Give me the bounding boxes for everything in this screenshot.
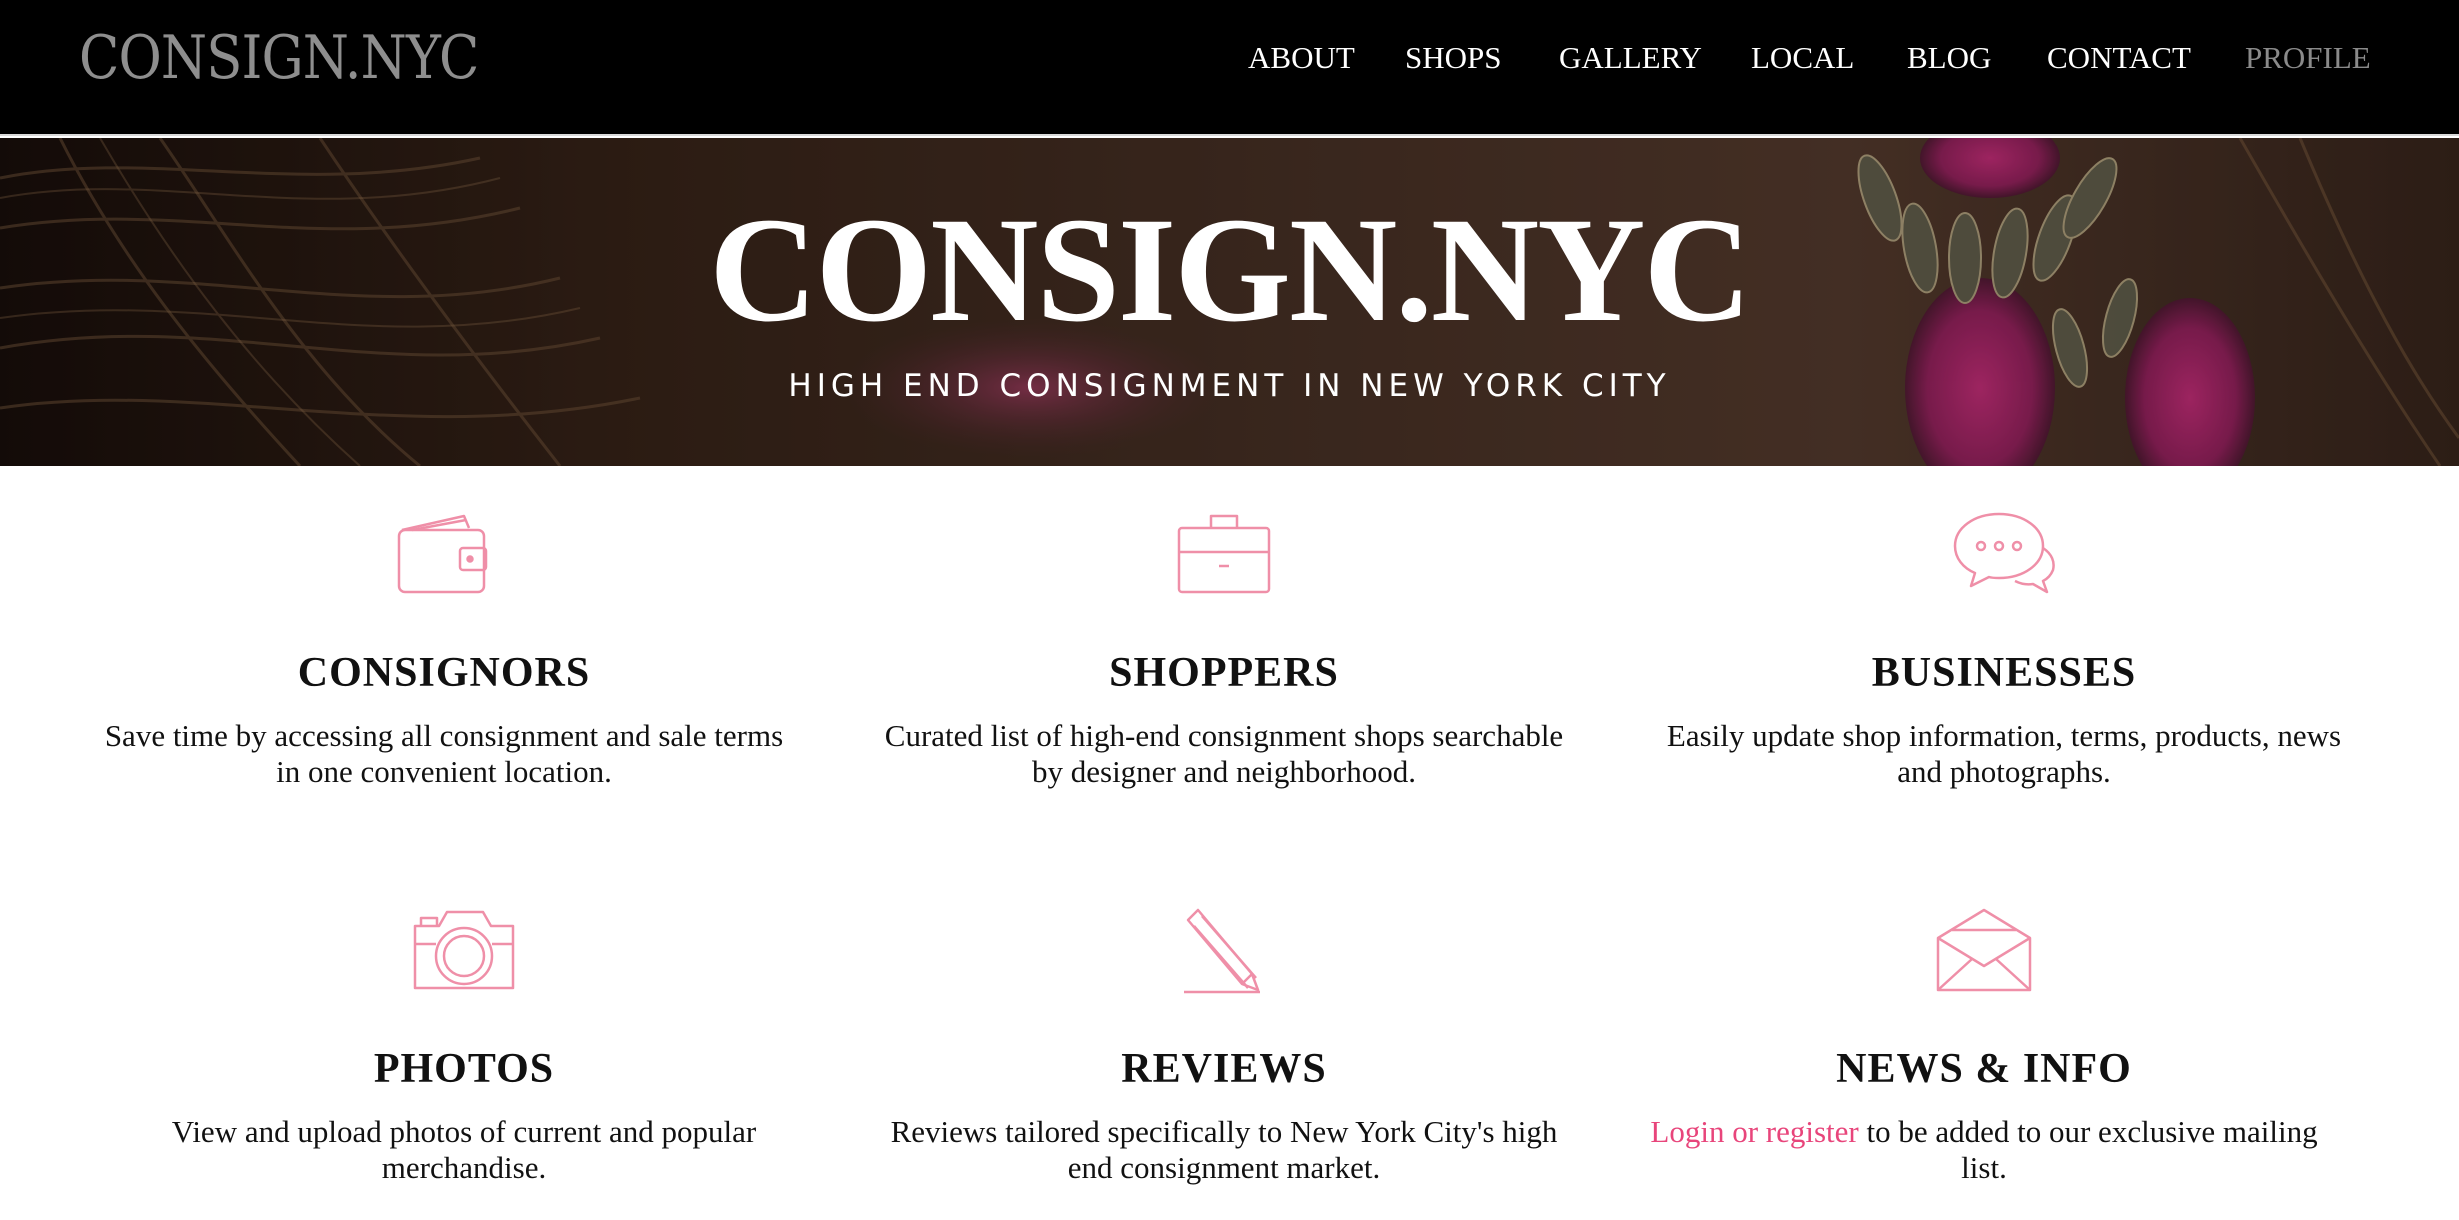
login-register-link[interactable]: Login or register xyxy=(1650,1114,1858,1149)
feature-description: Easily update shop information, terms, p… xyxy=(1666,718,2342,789)
nav-local-link[interactable]: LOCAL xyxy=(1751,38,1854,78)
feature-title: SHOPPERS xyxy=(1109,650,1339,696)
feature-businesses: BUSINESSES Easily update shop informatio… xyxy=(1644,508,2364,790)
brand-logo-link[interactable]: CONSIGN.NYC xyxy=(79,22,479,94)
feature-description: Reviews tailored specifically to New Yor… xyxy=(890,1114,1558,1185)
nav-contact-link[interactable]: CONTACT xyxy=(2047,38,2191,78)
feature-reviews: REVIEWS Reviews tailored specifically to… xyxy=(864,904,1584,1186)
nav-gallery-link[interactable]: GALLERY xyxy=(1559,38,1702,78)
hero-subtitle: HIGH END CONSIGNMENT IN NEW YORK CITY xyxy=(788,368,1671,404)
feature-photos: PHOTOS View and upload photos of current… xyxy=(104,904,824,1186)
briefcase-icon xyxy=(1177,514,1271,594)
camera-icon xyxy=(413,910,515,990)
hero-title: CONSIGN.NYC xyxy=(709,187,1752,353)
feature-consignors: CONSIGNORS Save time by accessing all co… xyxy=(84,508,804,790)
hero-banner: CONSIGN.NYC HIGH END CONSIGNMENT IN NEW … xyxy=(0,138,2459,466)
feature-description: View and upload photos of current and po… xyxy=(171,1114,757,1185)
feature-title: CONSIGNORS xyxy=(297,650,591,696)
top-navbar: CONSIGN.NYC ABOUT SHOPS GALLERY LOCAL BL… xyxy=(0,0,2459,136)
envelope-icon xyxy=(1936,908,2032,992)
feature-news-info: NEWS & INFO Login or register to be adde… xyxy=(1624,904,2344,1186)
nav-about-link[interactable]: ABOUT xyxy=(1248,38,1355,78)
feature-description: Curated list of high-end consignment sho… xyxy=(884,718,1564,789)
chat-bubbles-icon xyxy=(1953,512,2055,594)
feature-shoppers: SHOPPERS Curated list of high-end consig… xyxy=(864,508,1584,790)
feature-title: PHOTOS xyxy=(373,1046,555,1092)
nav-profile-link[interactable]: PROFILE xyxy=(2245,38,2371,78)
pencil-icon xyxy=(1184,908,1260,994)
wallet-icon xyxy=(397,514,488,594)
feature-title: BUSINESSES xyxy=(1871,650,2137,696)
feature-title: NEWS & INFO xyxy=(1836,1046,2132,1092)
feature-description-text: to be added to our exclusive mailing lis… xyxy=(1858,1114,2318,1185)
nav-blog-link[interactable]: BLOG xyxy=(1907,38,1991,78)
feature-title: REVIEWS xyxy=(1121,1046,1327,1092)
feature-description: Save time by accessing all consignment a… xyxy=(104,718,784,789)
nav-shops-link[interactable]: SHOPS xyxy=(1405,38,1502,78)
feature-description: Login or register to be added to our exc… xyxy=(1624,1114,2344,1186)
